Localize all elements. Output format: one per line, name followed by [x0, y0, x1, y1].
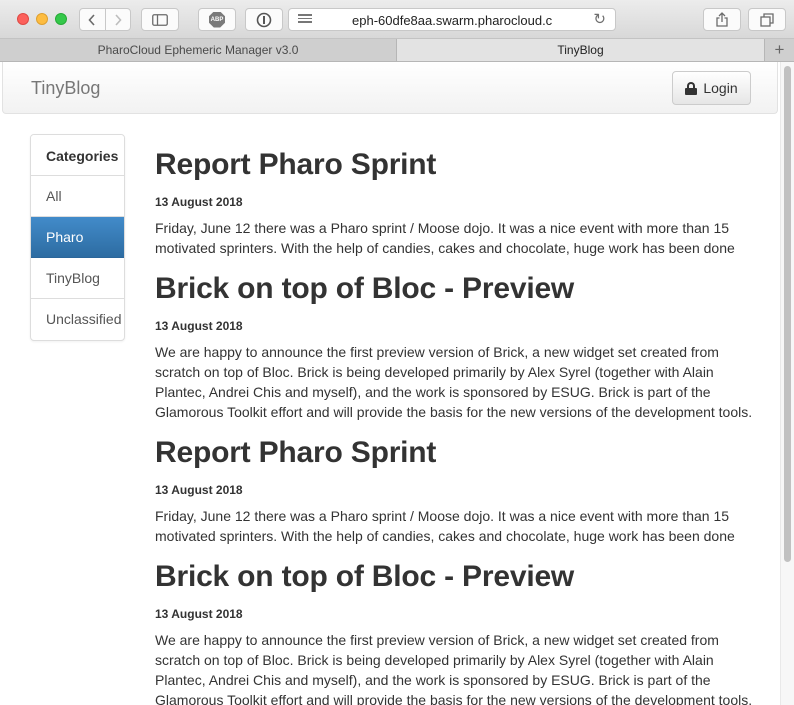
address-bar[interactable]: eph-60dfe8aa.swarm.pharocloud.c ↻	[288, 8, 616, 31]
password-manager-button[interactable]	[245, 8, 283, 31]
category-pharo[interactable]: Pharo	[31, 217, 124, 258]
chevron-left-icon	[88, 13, 95, 26]
web-page: TinyBlog Login Categories All Pharo Tiny…	[0, 62, 780, 705]
blog-post: Report Pharo Sprint 13 August 2018 Frida…	[155, 436, 755, 546]
zoom-window-button[interactable]	[55, 13, 67, 25]
new-tab-button[interactable]: +	[764, 39, 794, 61]
blog-post: Brick on top of Bloc - Preview 13 August…	[155, 272, 755, 422]
chevron-right-icon	[115, 13, 122, 26]
back-button[interactable]	[80, 9, 105, 30]
post-title[interactable]: Report Pharo Sprint	[155, 148, 755, 182]
lock-icon	[685, 81, 698, 95]
plus-icon: +	[774, 40, 785, 59]
post-body: We are happy to announce the first previ…	[155, 344, 753, 420]
post-body: Friday, June 12 there was a Pharo sprint…	[155, 220, 735, 256]
blog-post: Brick on top of Bloc - Preview 13 August…	[155, 560, 755, 705]
category-unclassified[interactable]: Unclassified	[31, 299, 124, 340]
post-date: 13 August 2018	[155, 319, 243, 333]
url-text: eph-60dfe8aa.swarm.pharocloud.c	[352, 13, 553, 28]
scrollbar-thumb[interactable]	[784, 66, 791, 562]
tab-strip: PharoCloud Ephemeric Manager v3.0 TinyBl…	[0, 39, 794, 62]
category-all[interactable]: All	[31, 176, 124, 217]
login-label: Login	[703, 80, 738, 96]
site-brand[interactable]: TinyBlog	[31, 78, 100, 99]
sidebar-toggle-button[interactable]	[141, 8, 179, 31]
onepassword-icon	[256, 12, 272, 27]
post-date: 13 August 2018	[155, 483, 243, 497]
post-list: Report Pharo Sprint 13 August 2018 Frida…	[155, 148, 755, 705]
share-icon	[716, 12, 728, 27]
category-tinyblog[interactable]: TinyBlog	[31, 258, 124, 299]
reload-icon[interactable]: ↻	[593, 10, 606, 28]
site-navbar: TinyBlog Login	[2, 62, 778, 114]
login-button[interactable]: Login	[672, 71, 751, 105]
post-body: Friday, June 12 there was a Pharo sprint…	[155, 508, 735, 544]
adblock-icon: ABP	[209, 11, 225, 28]
tab-pharocloud[interactable]: PharoCloud Ephemeric Manager v3.0	[0, 39, 397, 61]
tab-tinyblog[interactable]: TinyBlog	[397, 39, 764, 61]
post-date: 13 August 2018	[155, 195, 243, 209]
post-body: We are happy to announce the first previ…	[155, 632, 753, 705]
post-date: 13 August 2018	[155, 607, 243, 621]
categories-title: Categories	[31, 135, 124, 176]
share-button[interactable]	[703, 8, 741, 31]
history-nav	[79, 8, 131, 31]
tabs-overview-icon	[760, 12, 774, 27]
sidebar-icon	[152, 13, 168, 26]
page-scrollbar[interactable]	[780, 62, 794, 705]
post-title[interactable]: Brick on top of Bloc - Preview	[155, 272, 755, 306]
show-tabs-button[interactable]	[748, 8, 786, 31]
close-window-button[interactable]	[17, 13, 29, 25]
forward-button[interactable]	[104, 9, 131, 30]
reader-icon[interactable]	[298, 14, 312, 25]
minimize-window-button[interactable]	[36, 13, 48, 25]
adblock-button[interactable]: ABP	[198, 8, 236, 31]
post-title[interactable]: Report Pharo Sprint	[155, 436, 755, 470]
blog-post: Report Pharo Sprint 13 August 2018 Frida…	[155, 148, 755, 258]
browser-toolbar: ABP eph-60dfe8aa.swarm.pharocloud.c ↻	[0, 0, 794, 39]
categories-panel: Categories All Pharo TinyBlog Unclassifi…	[30, 134, 125, 341]
post-title[interactable]: Brick on top of Bloc - Preview	[155, 560, 755, 594]
